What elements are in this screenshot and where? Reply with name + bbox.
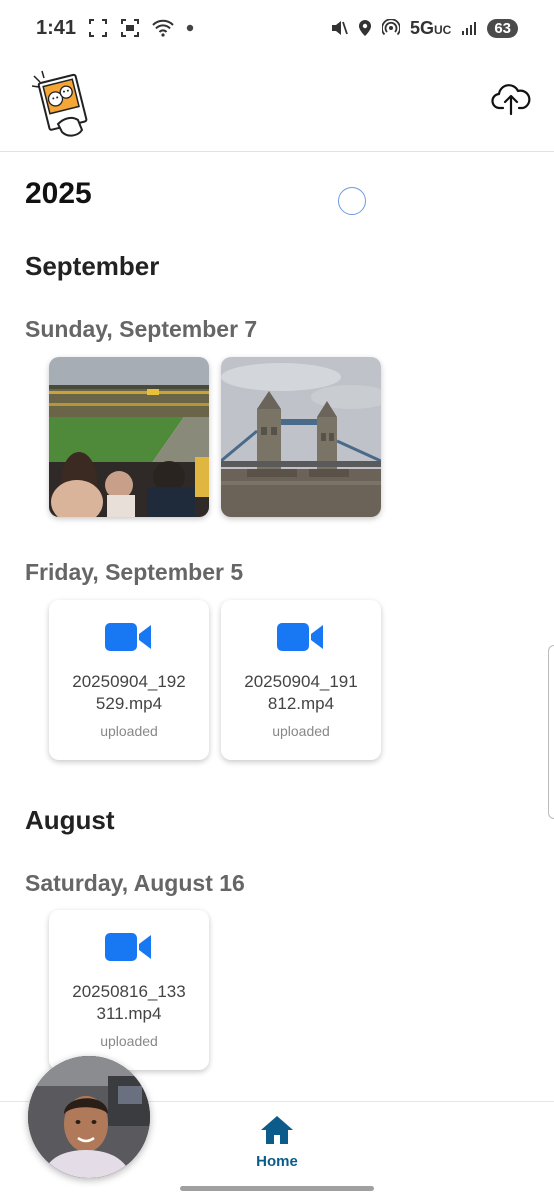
tower-bridge-photo <box>221 357 381 517</box>
scroll-handle[interactable] <box>548 645 554 819</box>
video-tile[interactable]: 20250816_133311.mp4 uploaded <box>49 910 209 1070</box>
nav-home-label: Home <box>256 1153 298 1170</box>
loading-spinner <box>338 187 366 215</box>
status-bar: 1:41 5GUC 63 <box>0 0 554 56</box>
upload-status: uploaded <box>100 1033 158 1049</box>
mute-icon <box>330 19 348 37</box>
network-type: 5GUC <box>409 17 452 38</box>
screenshot-icon <box>120 18 140 38</box>
video-camera-icon <box>277 622 325 657</box>
app-header <box>0 56 554 152</box>
video-camera-icon <box>105 622 153 657</box>
battery-level: 63 <box>487 18 518 38</box>
video-camera-icon <box>105 932 153 967</box>
nav-home-button[interactable]: Home <box>246 1114 308 1170</box>
upload-status: uploaded <box>272 723 330 739</box>
status-time: 1:41 <box>36 16 77 39</box>
day-heading-sep-7: Sunday, September 7 <box>25 316 258 342</box>
stadium-photo <box>49 357 209 517</box>
video-tile[interactable]: 20250904_191812.mp4 uploaded <box>221 600 381 760</box>
signal-icon <box>461 20 477 36</box>
video-tile[interactable]: 20250904_192529.mp4 uploaded <box>49 600 209 760</box>
video-filename: 20250904_192529.mp4 <box>72 672 186 713</box>
video-call-bubble[interactable] <box>28 1056 150 1178</box>
cloud-upload-icon[interactable] <box>490 78 532 120</box>
month-heading-august: August <box>25 805 115 835</box>
video-filename: 20250816_133311.mp4 <box>72 982 186 1023</box>
photo-tile-tower-bridge[interactable] <box>221 357 381 517</box>
wifi-icon <box>152 19 174 37</box>
timeline[interactable]: 2025 September Sunday, September 7 Frida… <box>0 153 554 1101</box>
day-heading-aug-16: Saturday, August 16 <box>25 870 245 896</box>
video-filename: 20250904_191812.mp4 <box>244 672 358 713</box>
gesture-bar[interactable] <box>180 1186 374 1191</box>
app-logo[interactable] <box>30 68 96 140</box>
notification-dot-icon <box>186 24 194 32</box>
home-icon <box>259 1114 295 1151</box>
person-avatar <box>28 1056 150 1178</box>
screen-record-icon <box>88 18 108 38</box>
location-icon <box>358 19 372 37</box>
month-heading-september: September <box>25 251 160 281</box>
upload-status: uploaded <box>100 723 158 739</box>
photo-tile-stadium[interactable] <box>49 357 209 517</box>
day-heading-sep-5: Friday, September 5 <box>25 559 244 585</box>
year-heading: 2025 <box>25 177 92 210</box>
hotspot-icon <box>381 19 400 37</box>
